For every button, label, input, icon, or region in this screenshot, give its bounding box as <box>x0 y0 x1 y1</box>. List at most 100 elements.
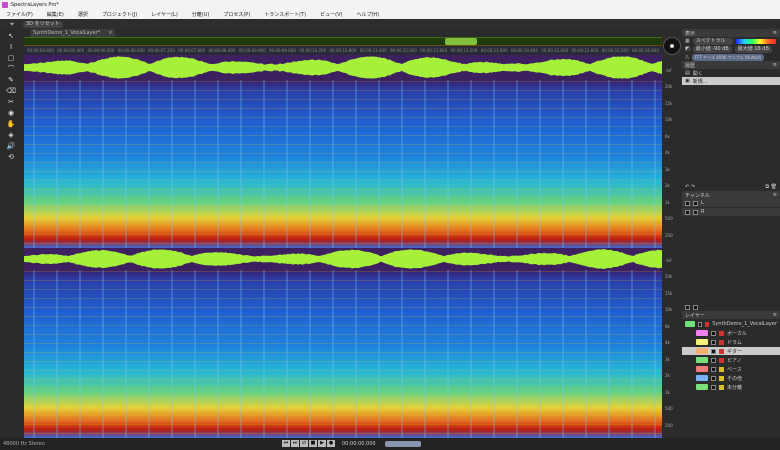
min-field[interactable]: 最小値 -90 dB <box>693 46 732 53</box>
waveform-left[interactable] <box>24 55 662 80</box>
transport-button-0[interactable]: ⏮ <box>282 440 290 447</box>
lock-icon[interactable] <box>719 340 724 345</box>
history-item[interactable]: ▤ 開く <box>682 69 780 77</box>
layer-color-swatch[interactable] <box>696 348 708 354</box>
waveform-right[interactable] <box>24 248 662 270</box>
layer-row[interactable]: SynthDemo_1_VocalLayer <box>682 320 780 328</box>
app-title: SpectraLayers Pro* <box>11 2 59 8</box>
tool-icon-4[interactable]: ✎ <box>4 76 18 85</box>
lock-icon[interactable] <box>719 385 724 390</box>
menu-icon[interactable]: ≡ <box>773 30 777 36</box>
time-label: 00:00:08.400 <box>209 48 236 53</box>
time-ruler[interactable]: 00:00:04.800 00:00:05.400 00:00:06.000 00:0… <box>24 46 662 55</box>
layer-color-swatch[interactable] <box>696 339 708 345</box>
menu-item[interactable]: ファイル(F) <box>6 11 33 18</box>
spectrogram-left[interactable] <box>24 80 662 248</box>
visibility-icon[interactable] <box>711 367 716 372</box>
transport-button-4[interactable]: ▶ <box>318 440 326 447</box>
time-label: 00:00:13.200 <box>451 48 478 53</box>
menu-item[interactable]: ヘルプ(H) <box>356 11 379 18</box>
menu-item[interactable]: 編集(E) <box>47 11 64 18</box>
lock-icon[interactable] <box>719 331 724 336</box>
max-field[interactable]: 最大値 18 dB <box>735 46 772 53</box>
list-icon[interactable] <box>693 305 698 310</box>
channel-row[interactable]: R <box>682 208 780 216</box>
layer-row[interactable]: ボーカル <box>682 329 780 337</box>
tool-icon-8[interactable]: ✋ <box>4 120 18 129</box>
visibility-icon[interactable] <box>711 340 716 345</box>
tool-icon-9[interactable]: ◈ <box>4 131 18 140</box>
menu-item[interactable]: ビュー(V) <box>320 11 342 18</box>
copy-icon[interactable]: ⧉ <box>765 184 769 190</box>
visibility-icon[interactable] <box>711 376 716 381</box>
tool-icon-10[interactable]: 🔊 <box>4 142 18 151</box>
colormap-select[interactable]: スペクトラル <box>693 38 733 45</box>
lock-icon[interactable] <box>705 322 709 327</box>
layer-row[interactable]: ピアノ <box>682 356 780 364</box>
grid-icon[interactable] <box>685 305 690 310</box>
menu-icon[interactable]: ≡ <box>773 192 777 198</box>
lock-icon[interactable] <box>719 349 724 354</box>
history-item-selected[interactable]: ▣ 新規... <box>682 77 780 85</box>
visibility-icon[interactable] <box>711 385 716 390</box>
menu-item[interactable]: レイヤー(L) <box>151 11 178 18</box>
undo-icon[interactable]: ↶ <box>685 184 689 190</box>
menu-icon[interactable]: ≡ <box>773 312 777 318</box>
layer-color-swatch[interactable] <box>685 321 695 327</box>
visibility-icon[interactable] <box>698 322 702 327</box>
visibility-icon[interactable] <box>711 349 716 354</box>
visibility-icon[interactable] <box>711 358 716 363</box>
layer-row[interactable]: 未分離 <box>682 383 780 391</box>
transport-button-3[interactable]: ■ <box>309 440 317 447</box>
tool-icon-11[interactable]: ⟲ <box>4 153 18 162</box>
close-tab-icon[interactable]: × <box>108 30 112 36</box>
layer-color-swatch[interactable] <box>696 366 708 372</box>
layer-color-swatch[interactable] <box>696 330 708 336</box>
layer-color-swatch[interactable] <box>696 384 708 390</box>
tool-icon-0[interactable]: ↖ <box>4 32 18 41</box>
menu-item[interactable]: 分離(U) <box>192 11 210 18</box>
tab-project[interactable]: SynthDemo_1_VocalLayer* × <box>30 29 115 37</box>
menu-icon[interactable]: ≡ <box>773 62 777 68</box>
tool-icon-6[interactable]: ✂ <box>4 98 18 107</box>
colormap-row[interactable]: ▦ スペクトラル <box>682 37 780 45</box>
spectrogram-right[interactable] <box>24 270 662 438</box>
overview-scrollbar[interactable] <box>24 37 662 46</box>
menu-item[interactable]: プロセス(P) <box>223 11 250 18</box>
transport-button-1[interactable]: ⏭ <box>291 440 299 447</box>
lock-icon[interactable] <box>719 358 724 363</box>
layer-row[interactable]: ベース <box>682 365 780 373</box>
3d-view-icon[interactable]: ⌖ <box>5 20 19 29</box>
fft-slider[interactable]: FFT サイズ 4096 サンプル (Nuttall) <box>692 54 764 61</box>
transport-button-5[interactable]: ● <box>327 440 335 447</box>
visibility-icon[interactable] <box>685 210 690 215</box>
tool-icon-2[interactable]: ▢ <box>4 54 18 63</box>
menu-item[interactable]: プロジェクト(J) <box>102 11 137 18</box>
overview-thumb[interactable] <box>445 38 477 45</box>
tool-icon-5[interactable]: ⌫ <box>4 87 18 96</box>
layer-row[interactable]: その他 <box>682 374 780 382</box>
channel-row[interactable]: L <box>682 199 780 207</box>
mute-icon[interactable] <box>693 210 698 215</box>
visibility-icon[interactable] <box>711 331 716 336</box>
layer-color-swatch[interactable] <box>696 375 708 381</box>
layer-row[interactable]: ギター <box>682 347 780 355</box>
lock-icon[interactable] <box>719 367 724 372</box>
timecode: 00:00:00.000 <box>342 441 376 447</box>
3d-navigator[interactable] <box>663 37 681 55</box>
layer-row[interactable]: ドラム <box>682 338 780 346</box>
reset-3d-button[interactable]: 3D をリセット <box>23 21 63 28</box>
visibility-icon[interactable] <box>685 201 690 206</box>
menu-item[interactable]: トランスポート(T) <box>264 11 306 18</box>
mute-icon[interactable] <box>693 201 698 206</box>
tool-icon-3[interactable]: ⌒ <box>4 65 18 74</box>
transport-button-2[interactable]: ⇄ <box>300 440 308 447</box>
playback-speed-slider[interactable] <box>385 441 421 447</box>
layer-color-swatch[interactable] <box>696 357 708 363</box>
menu-item[interactable]: 選択 <box>78 11 88 18</box>
lock-icon[interactable] <box>719 376 724 381</box>
trash-icon[interactable]: 🗑 <box>771 184 777 190</box>
tool-icon-1[interactable]: I <box>4 43 18 52</box>
tool-icon-7[interactable]: ◉ <box>4 109 18 118</box>
redo-icon[interactable]: ↷ <box>691 184 695 190</box>
